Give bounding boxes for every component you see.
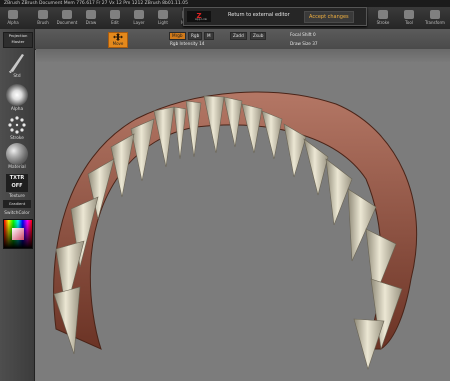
gradient-button[interactable]: Gradient (3, 200, 31, 208)
menu-stroke[interactable]: Stroke (372, 9, 394, 28)
brush-button[interactable] (6, 51, 28, 73)
m-button[interactable]: M (204, 32, 214, 40)
texture-label: Texture (9, 194, 25, 199)
document-icon (62, 10, 72, 19)
brush-label: Std (13, 74, 21, 79)
layer-icon (134, 10, 144, 19)
accept-changes-button[interactable]: Accept changes (304, 11, 354, 23)
menu-document[interactable]: Document (56, 9, 78, 28)
draw-icon (86, 10, 96, 19)
menu-brush[interactable]: Brush (32, 9, 54, 28)
menu-draw[interactable]: Draw (80, 9, 102, 28)
move-icon (113, 33, 123, 41)
material-button[interactable] (6, 143, 28, 165)
alpha-button[interactable] (6, 84, 28, 106)
color-picker-center (12, 228, 24, 240)
move-button[interactable]: Move (108, 32, 128, 48)
goz-popup: Z App Link Return to external editor Acc… (183, 7, 367, 26)
material-label: Material (8, 165, 26, 170)
menu-light[interactable]: Light (152, 9, 174, 28)
rgb-button[interactable]: Rgb (188, 32, 203, 40)
menu-alpha[interactable]: Alpha (2, 9, 24, 28)
alpha-label: Alpha (10, 107, 24, 112)
stroke-button[interactable] (6, 114, 28, 136)
zsub-button[interactable]: Zsub (250, 32, 267, 40)
stroke-dots-icon (8, 116, 26, 134)
switch-color-label[interactable]: SwitchColor (1, 211, 33, 216)
alpha-icon (8, 10, 18, 19)
color-picker[interactable] (3, 219, 33, 249)
brush-icon (38, 10, 48, 19)
menu-layer[interactable]: Layer (128, 9, 150, 28)
light-icon (158, 10, 168, 19)
dental-model[interactable] (36, 49, 450, 381)
title-bar: ZBrush ZBrush Document Mem 776.617 Fr 27… (0, 0, 450, 7)
projection-master-button[interactable]: Projection Master (3, 32, 33, 48)
mrgb-button[interactable]: Mrgb (169, 32, 186, 40)
menu-tool[interactable]: Tool (398, 9, 420, 28)
return-to-editor-button[interactable]: Return to external editor (228, 12, 290, 18)
tool-icon (404, 10, 414, 19)
left-shelf: Projection Master Std Alpha Stroke Mater… (0, 29, 35, 381)
rgb-intensity-slider[interactable]: Rgb Intensity 14 (170, 41, 204, 46)
move-label: Move (112, 41, 124, 46)
transform-icon (430, 10, 440, 19)
texture-button[interactable]: TXTR OFF (6, 174, 28, 192)
top-shelf: Mrgb Rgb M Zadd Zsub Rgb Intensity 14 Fo… (0, 29, 450, 50)
edit-icon (110, 10, 120, 19)
stroke-label: Stroke (10, 136, 24, 141)
brush-icon (9, 54, 24, 73)
zadd-button[interactable]: Zadd (230, 32, 247, 40)
draw-size-slider[interactable]: Draw Size 37 (290, 41, 318, 46)
menu-edit[interactable]: Edit (104, 9, 126, 28)
goz-sub: App Link (195, 17, 208, 21)
focal-shift-slider[interactable]: Focal Shift 0 (290, 32, 316, 37)
stroke-icon (378, 10, 388, 19)
menu-transform[interactable]: Transform (424, 9, 446, 28)
window-title: ZBrush ZBrush Document Mem 776.617 Fr 27… (4, 1, 188, 6)
